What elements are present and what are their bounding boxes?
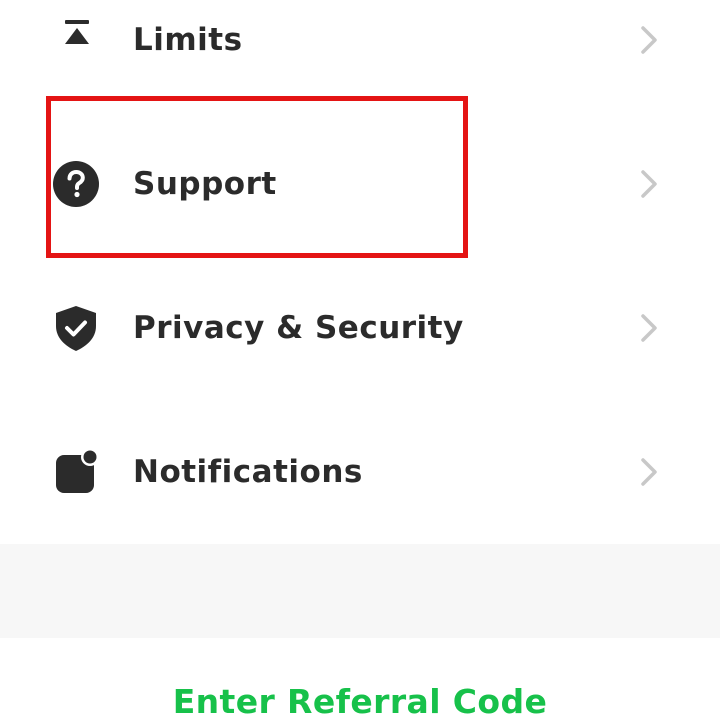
- notification-badge-icon: [52, 448, 100, 496]
- menu-item-label: Limits: [133, 22, 243, 58]
- chevron-right-icon: [640, 313, 658, 343]
- menu-item-support[interactable]: Support: [0, 112, 720, 256]
- menu-item-notifications[interactable]: Notifications: [0, 400, 720, 544]
- chevron-right-icon: [640, 25, 658, 55]
- limits-icon: [52, 16, 100, 64]
- menu-item-label: Notifications: [133, 454, 363, 490]
- menu-item-label: Privacy & Security: [133, 310, 464, 346]
- enter-referral-code-button[interactable]: Enter Referral Code: [0, 682, 720, 720]
- menu-item-limits[interactable]: Limits: [0, 0, 720, 112]
- section-divider: [0, 544, 720, 638]
- referral-section: Enter Referral Code: [0, 638, 720, 720]
- menu-item-label: Support: [133, 166, 277, 202]
- shield-check-icon: [52, 304, 100, 352]
- question-circle-icon: [52, 160, 100, 208]
- chevron-right-icon: [640, 457, 658, 487]
- menu-item-privacy-security[interactable]: Privacy & Security: [0, 256, 720, 400]
- chevron-right-icon: [640, 169, 658, 199]
